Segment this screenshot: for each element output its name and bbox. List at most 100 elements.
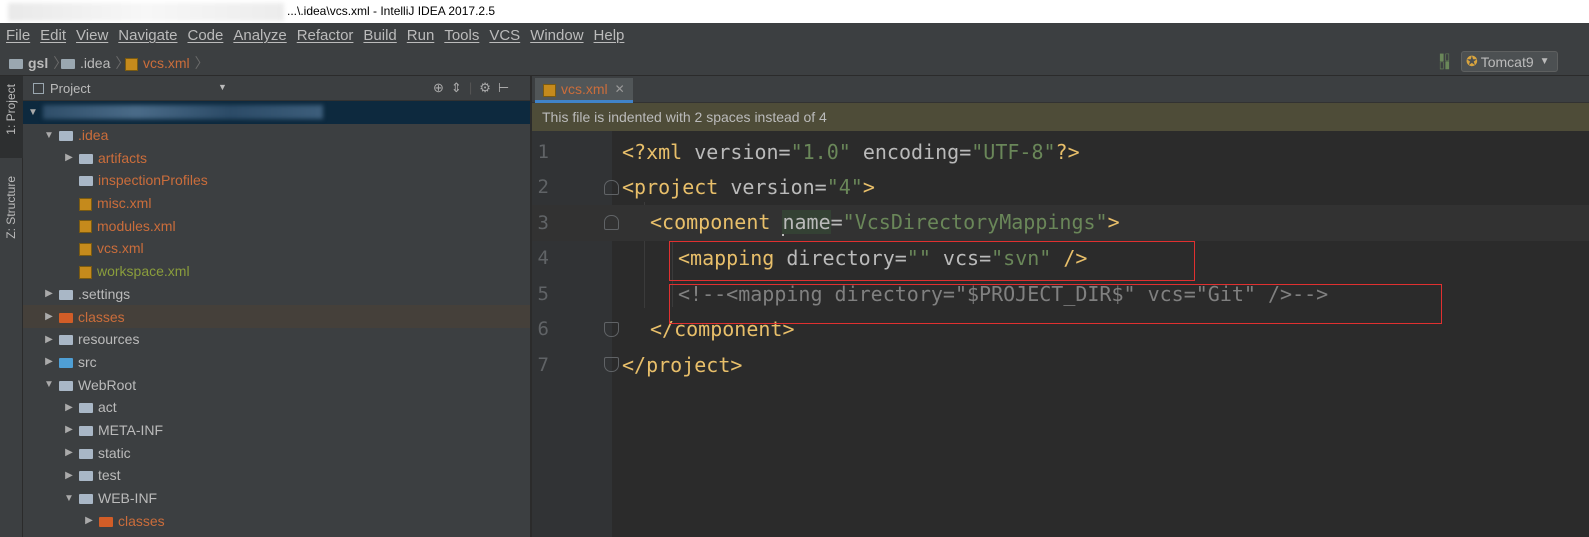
- chevron-down-icon[interactable]: ▼: [218, 82, 227, 92]
- tag-open: <component: [650, 210, 783, 234]
- collapse-all-icon[interactable]: ⇕: [451, 80, 462, 96]
- line-number: 6: [537, 318, 549, 341]
- menu-run[interactable]: Run: [407, 27, 435, 44]
- code-line[interactable]: 2 <project version="4">: [532, 170, 1589, 206]
- annotation-box-git-mapping: [669, 284, 1442, 324]
- tool-tab-structure[interactable]: Z: Structure: [4, 176, 18, 239]
- menu-analyze[interactable]: Analyze: [233, 27, 286, 44]
- tree-row[interactable]: ▼ WebRoot: [23, 373, 530, 396]
- expand-arrow-icon[interactable]: ▼: [27, 107, 39, 118]
- expand-arrow-icon[interactable]: ▶: [83, 515, 95, 526]
- breadcrumb-idea[interactable]: .idea 〉: [61, 53, 129, 73]
- menu-navigate[interactable]: Navigate: [118, 27, 177, 44]
- folder-icon: [79, 471, 93, 482]
- menu-file[interactable]: File: [6, 27, 30, 44]
- equals: =: [814, 175, 827, 200]
- tree-row[interactable]: ▼ .idea: [23, 124, 530, 147]
- tree-row[interactable]: ▶ META-INF: [23, 419, 530, 442]
- tree-row[interactable]: ▶ .settings: [23, 283, 530, 306]
- menu-code[interactable]: Code: [187, 27, 223, 44]
- fold-end-marker-icon[interactable]: [604, 357, 619, 372]
- code-line[interactable]: 7 </project>: [532, 347, 1589, 383]
- folder-icon: [79, 448, 93, 459]
- window-title: ...\.idea\vcs.xml - IntelliJ IDEA 2017.2…: [287, 4, 496, 18]
- tree-row[interactable]: modules.xml: [23, 214, 530, 237]
- expand-arrow-icon[interactable]: ▶: [43, 311, 55, 322]
- code-line[interactable]: 1 <?xml version="1.0" encoding="UTF-8"?>: [532, 134, 1589, 170]
- menu-vcs[interactable]: VCS: [489, 27, 520, 44]
- expand-arrow-icon[interactable]: ▶: [63, 424, 75, 435]
- breadcrumb-gsl[interactable]: gsl 〉: [9, 53, 67, 73]
- attr-name: version: [730, 175, 815, 200]
- sort-icon[interactable]: ▮▯ ▯▮: [1439, 53, 1450, 71]
- menu-refactor[interactable]: Refactor: [297, 27, 354, 44]
- tree-row[interactable]: workspace.xml: [23, 260, 530, 283]
- line-text: <project version="4">: [622, 175, 875, 199]
- attr-name: name: [782, 210, 831, 234]
- tab-vcs-xml[interactable]: vcs.xml ✕: [535, 78, 633, 103]
- tree-row[interactable]: ▶ artifacts: [23, 146, 530, 169]
- expand-arrow-icon[interactable]: ▶: [63, 402, 75, 413]
- expand-arrow-icon[interactable]: ▶: [43, 288, 55, 299]
- close-icon[interactable]: ✕: [615, 82, 625, 96]
- editor-tab-bar: vcs.xml ✕: [532, 76, 1589, 103]
- xml-decl-end: ?>: [1055, 139, 1080, 164]
- tree-item-label: test: [98, 467, 121, 484]
- tree-item-label: misc.xml: [97, 195, 152, 212]
- line-number: 3: [537, 211, 549, 234]
- expand-arrow-icon[interactable]: ▶: [63, 447, 75, 458]
- tree-item-label: static: [98, 444, 131, 461]
- menu-tools[interactable]: Tools: [444, 27, 479, 44]
- expand-arrow-icon[interactable]: ▶: [43, 356, 55, 367]
- tree-row[interactable]: ▶ classes: [23, 305, 530, 328]
- xml-file-icon: [79, 220, 92, 234]
- folder-icon: [79, 153, 93, 164]
- attr-value: "UTF-8": [971, 139, 1056, 164]
- tree-root-row[interactable]: ▼: [23, 101, 530, 124]
- xml-file-icon: [543, 83, 556, 97]
- tag-close: </project>: [622, 352, 743, 377]
- breadcrumb-vcs-xml[interactable]: vcs.xml 〉: [125, 53, 209, 73]
- menu-build[interactable]: Build: [363, 27, 396, 44]
- run-configuration-label: Tomcat9: [1480, 53, 1534, 70]
- equals: =: [778, 139, 791, 164]
- run-configuration-dropdown[interactable]: ✪ Tomcat9 ▼: [1461, 51, 1558, 72]
- tree-row[interactable]: ▶ static: [23, 441, 530, 464]
- locate-icon[interactable]: ⊕: [433, 80, 444, 96]
- hide-icon[interactable]: ⊢: [498, 80, 509, 96]
- menu-help[interactable]: Help: [594, 27, 625, 44]
- tree-row[interactable]: ▼ WEB-INF: [23, 487, 530, 510]
- expand-arrow-icon[interactable]: ▶: [63, 152, 75, 163]
- expand-arrow-icon[interactable]: ▼: [43, 130, 55, 141]
- line-text: <?xml version="1.0" encoding="UTF-8"?>: [622, 140, 1080, 164]
- menu-window[interactable]: Window: [530, 27, 583, 44]
- tree-item-label: src: [78, 353, 97, 370]
- tree-row[interactable]: ▶ src: [23, 351, 530, 374]
- gear-icon[interactable]: ⚙: [479, 80, 491, 96]
- navigation-bar: gsl 〉 .idea 〉 vcs.xml 〉 ▮▯▯▮ ✪ Tomcat9 ▼: [0, 48, 1589, 76]
- tree-item-label: act: [98, 399, 117, 416]
- menu-edit[interactable]: Edit: [40, 27, 66, 44]
- expand-arrow-icon[interactable]: ▼: [43, 379, 55, 390]
- tree-row[interactable]: vcs.xml: [23, 237, 530, 260]
- fold-marker-icon[interactable]: [604, 215, 619, 230]
- tree-row[interactable]: ▶ act: [23, 396, 530, 419]
- tree-row[interactable]: inspectionProfiles: [23, 169, 530, 192]
- tree-row[interactable]: ▶ test: [23, 464, 530, 487]
- breadcrumb-label: gsl: [28, 55, 49, 71]
- expand-arrow-icon[interactable]: ▶: [63, 470, 75, 481]
- tree-row[interactable]: ▶ resources: [23, 328, 530, 351]
- expand-arrow-icon[interactable]: ▼: [63, 493, 75, 504]
- title-bar: ...\.idea\vcs.xml - IntelliJ IDEA 2017.2…: [0, 0, 1589, 23]
- xml-file-icon: [79, 197, 92, 211]
- menu-view[interactable]: View: [76, 27, 108, 44]
- redacted-path: [8, 3, 284, 21]
- project-panel-title[interactable]: Project: [50, 81, 90, 96]
- fold-end-marker-icon[interactable]: [604, 321, 619, 337]
- fold-marker-icon[interactable]: [604, 179, 619, 195]
- tree-row[interactable]: misc.xml: [23, 192, 530, 215]
- tool-tab-project[interactable]: 1: Project: [4, 84, 18, 135]
- expand-arrow-icon[interactable]: ▶: [43, 334, 55, 345]
- code-line-current[interactable]: 3 <component name="VcsDirectoryMappings"…: [532, 205, 1589, 241]
- tree-row[interactable]: ▶ classes: [23, 509, 530, 532]
